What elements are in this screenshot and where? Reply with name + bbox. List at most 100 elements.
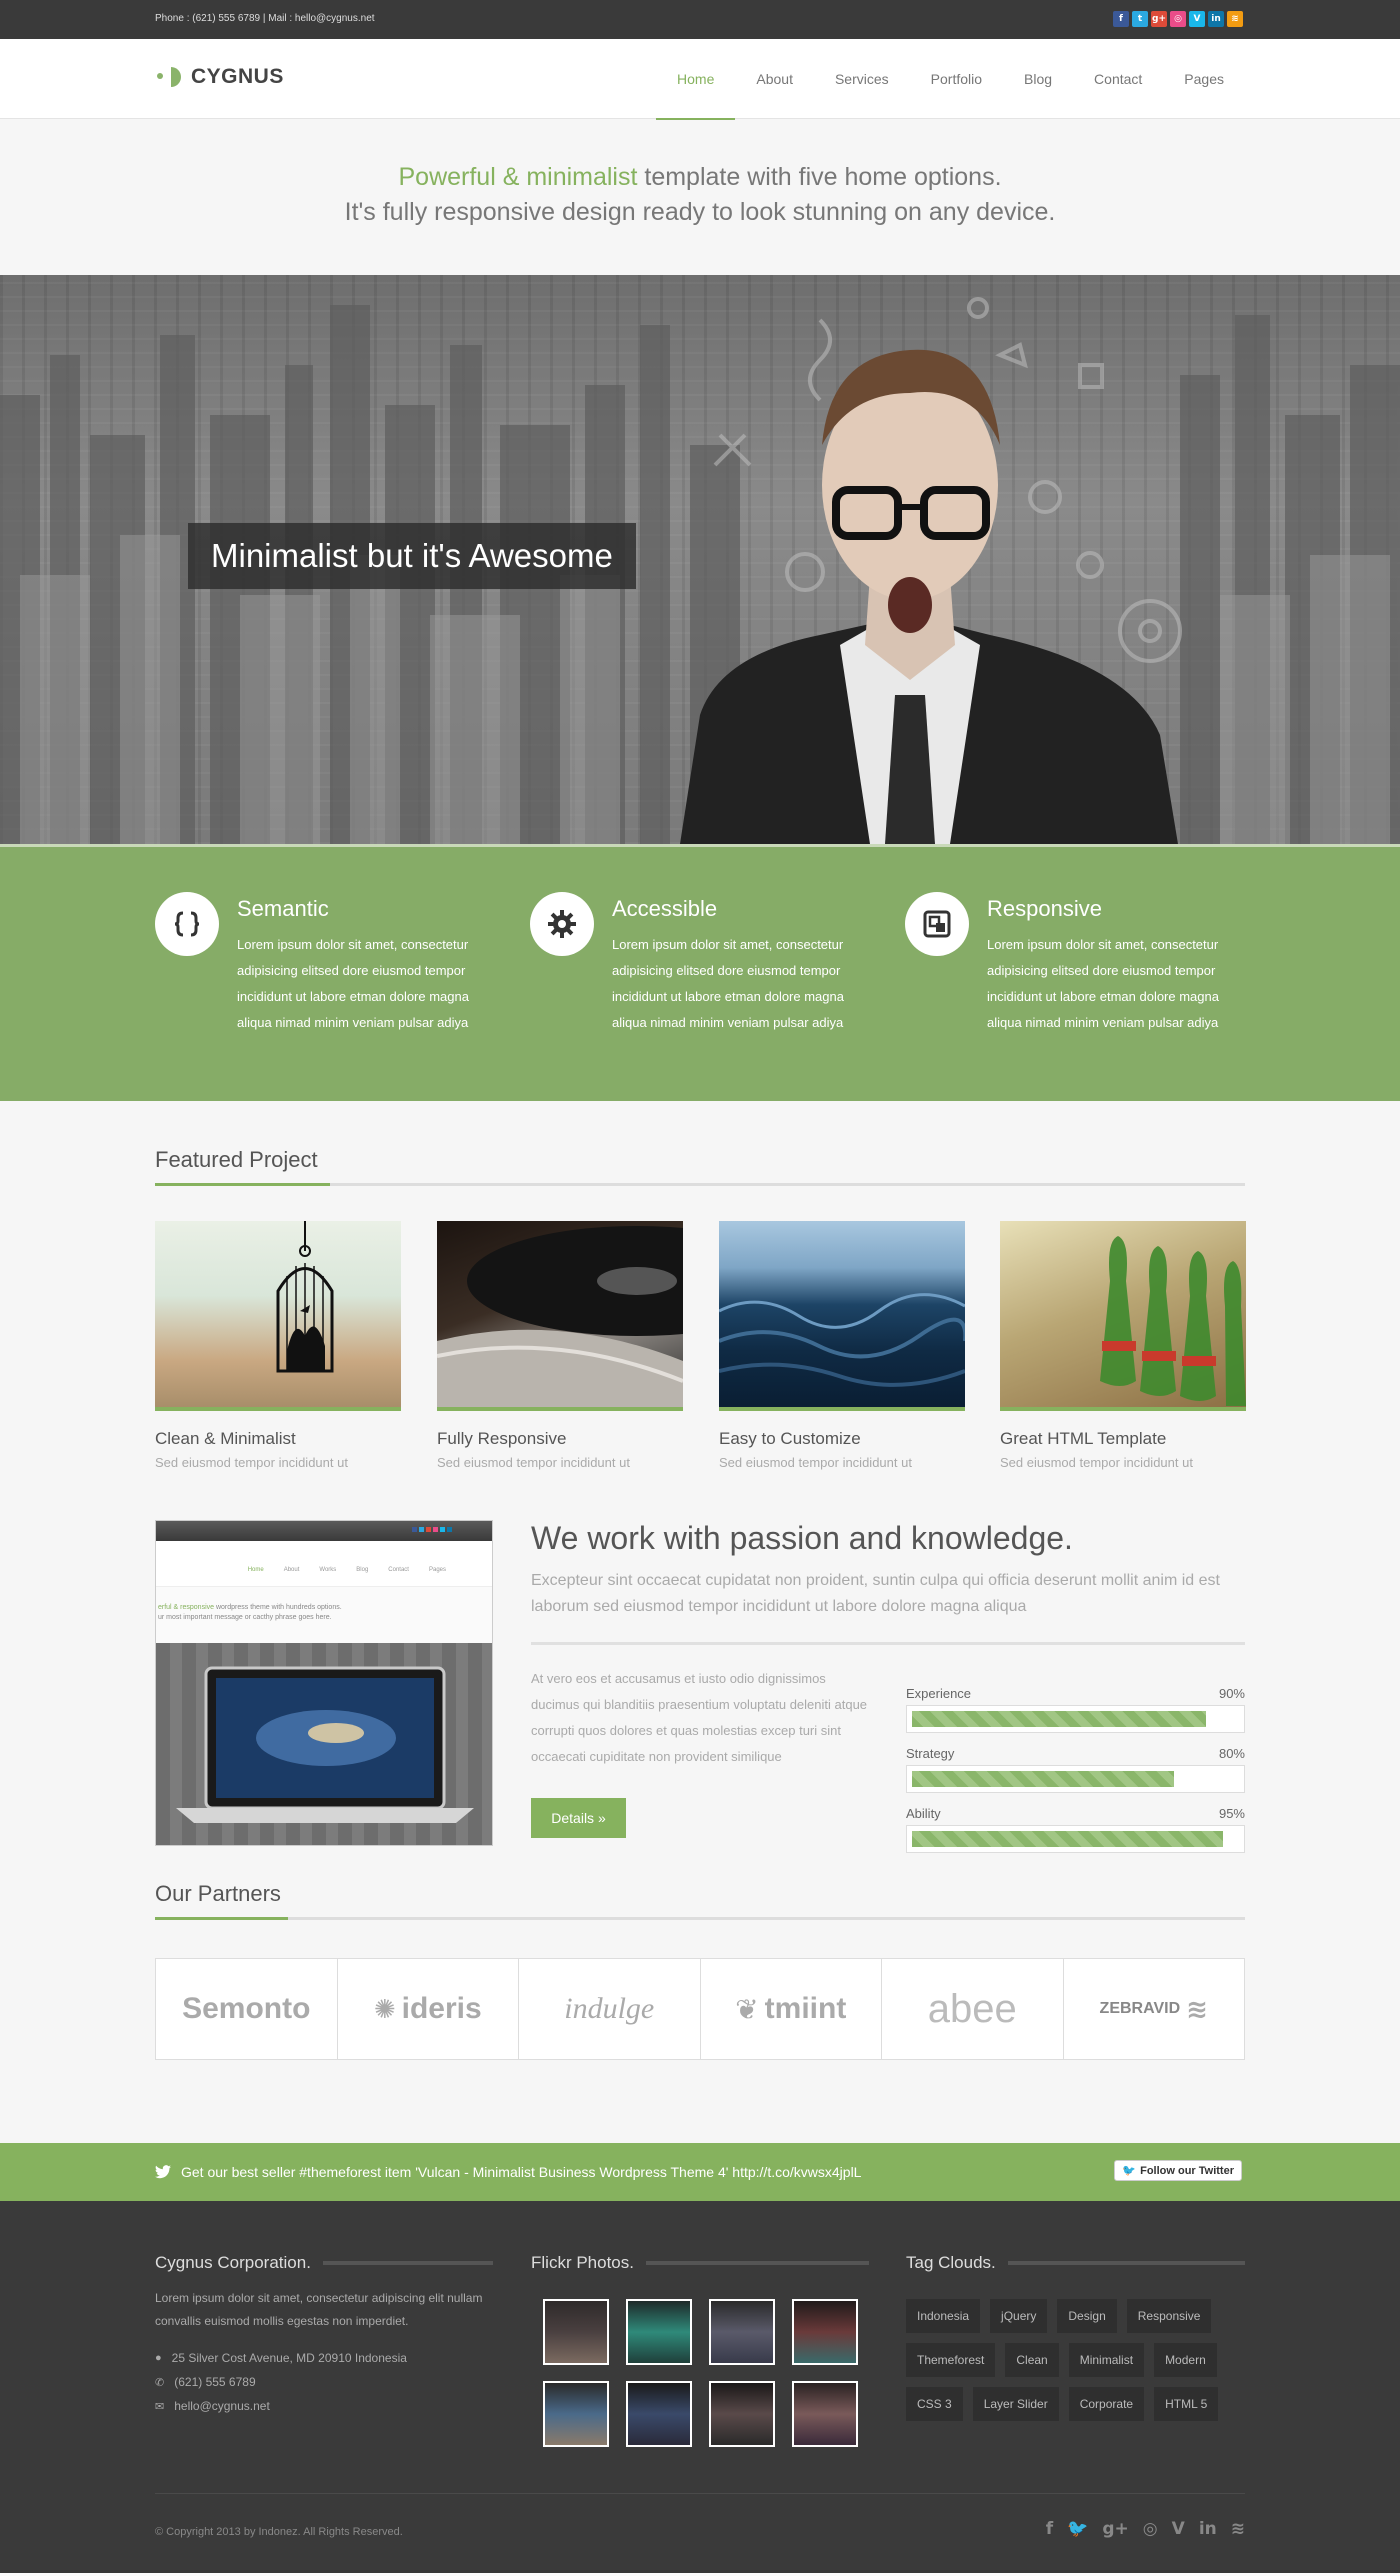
hero-slider[interactable]: Minimalist but it's Awesome — [0, 275, 1400, 844]
project-card[interactable]: Easy to Customize Sed eiusmod tempor inc… — [719, 1221, 965, 1470]
nav-home[interactable]: Home — [656, 39, 736, 120]
email-link[interactable]: hello@cygnus.net — [174, 2399, 270, 2413]
skill-percent: 90% — [1218, 1686, 1245, 1701]
tag[interactable]: Modern — [1154, 2343, 1217, 2377]
google-plus-icon[interactable]: g+ — [1151, 11, 1167, 27]
tag[interactable]: Corporate — [1068, 2387, 1145, 2421]
tag[interactable]: Indonesia — [906, 2299, 981, 2333]
dribbble-icon[interactable]: ◎ — [1170, 11, 1186, 27]
leaf-icon: ❦ — [735, 1993, 759, 2025]
tag[interactable]: CSS 3 — [906, 2387, 963, 2421]
tag-cloud: Indonesia jQuery Design Responsive Theme… — [906, 2299, 1246, 2421]
featured-project-heading: Featured Project — [155, 1146, 1245, 1186]
tag[interactable]: Clean — [1005, 2343, 1059, 2377]
intro-text: Powerful & minimalist template with five… — [0, 160, 1400, 230]
section-title: Our Partners — [155, 1881, 281, 1906]
tag[interactable]: HTML 5 — [1154, 2387, 1219, 2421]
tag[interactable]: Layer Slider — [972, 2387, 1059, 2421]
location-pin-icon: ● — [155, 2352, 162, 2364]
twitter-icon[interactable]: t — [1132, 11, 1148, 27]
footer-about-text: Lorem ipsum dolor sit amet, consectetur … — [155, 2291, 483, 2328]
rss-icon[interactable]: ≋ — [1231, 2519, 1245, 2539]
nav-about[interactable]: About — [735, 39, 814, 119]
project-thumbnail[interactable] — [437, 1221, 683, 1411]
partner-logo-semonto[interactable]: Semonto — [156, 1959, 338, 2059]
tag[interactable]: Responsive — [1126, 2299, 1212, 2333]
follow-twitter-button[interactable]: 🐦 Follow our Twitter — [1114, 2160, 1242, 2181]
stripes-icon: ≋ — [1186, 1993, 1208, 2024]
skill-percent: 95% — [1218, 1806, 1245, 1821]
section-title: Featured Project — [155, 1147, 318, 1172]
ideris-mark-icon: ✺ — [373, 1993, 396, 2024]
nav-pages[interactable]: Pages — [1163, 39, 1245, 119]
tag[interactable]: Design — [1057, 2299, 1117, 2333]
twitter-icon: 🐦 — [1122, 2165, 1137, 2177]
linkedin-icon[interactable]: in — [1208, 11, 1224, 27]
vimeo-icon[interactable]: V — [1172, 2519, 1185, 2539]
nav-portfolio[interactable]: Portfolio — [910, 39, 1003, 119]
google-plus-icon[interactable]: g+ — [1102, 2519, 1128, 2539]
partners-logos: Semonto ✺ ideris indulge ❦ tmiint abee ZEB… — [155, 1958, 1245, 2060]
flickr-photo[interactable] — [709, 2381, 775, 2447]
tag[interactable]: Themeforest — [906, 2343, 996, 2377]
nav-blog[interactable]: Blog — [1003, 39, 1073, 119]
logo[interactable]: CYGNUS — [155, 63, 284, 91]
partner-logo-abee[interactable]: abee — [882, 1959, 1064, 2059]
linkedin-icon[interactable]: in — [1199, 2519, 1217, 2539]
project-card[interactable]: Fully Responsive Sed eiusmod tempor inci… — [437, 1221, 683, 1470]
preview-text: wordpress theme with hundreds options. — [214, 1604, 342, 1611]
tag[interactable]: jQuery — [990, 2299, 1048, 2333]
project-card[interactable]: Clean & Minimalist Sed eiusmod tempor in… — [155, 1221, 401, 1470]
skill-name: Ability — [906, 1806, 941, 1821]
facebook-icon[interactable]: f — [1113, 11, 1129, 27]
flickr-photo[interactable] — [709, 2299, 775, 2365]
facebook-icon[interactable]: f — [1046, 2519, 1053, 2539]
project-subtitle: Sed eiusmod tempor incididunt ut — [155, 1455, 348, 1470]
partner-logo-indulge[interactable]: indulge — [519, 1959, 701, 2059]
vimeo-icon[interactable]: V — [1189, 11, 1205, 27]
nav-services[interactable]: Services — [814, 39, 910, 119]
twitter-icon[interactable]: 🐦 — [1067, 2519, 1088, 2539]
top-bar: Phone : (621) 555 6789 | Mail : hello@cy… — [0, 0, 1400, 39]
intro-highlight: Powerful & minimalist — [398, 163, 638, 191]
dribbble-icon[interactable]: ◎ — [1143, 2519, 1158, 2539]
work-title: We work with passion and knowledge. — [531, 1520, 1073, 1556]
flickr-photo[interactable] — [543, 2381, 609, 2447]
tag[interactable]: Minimalist — [1068, 2343, 1145, 2377]
project-thumbnail[interactable] — [719, 1221, 965, 1411]
feature-title: Semantic — [237, 896, 329, 921]
flickr-photo[interactable] — [792, 2299, 858, 2365]
responsive-icon — [905, 892, 969, 956]
preview-nav-item: Home — [247, 1567, 264, 1573]
flickr-photo[interactable] — [626, 2381, 692, 2447]
footer-title: Flickr Photos. — [531, 2253, 634, 2272]
flickr-photo[interactable] — [626, 2299, 692, 2365]
footer-about: Cygnus Corporation. Lorem ipsum dolor si… — [155, 2253, 493, 2415]
project-subtitle: Sed eiusmod tempor incididunt ut — [719, 1455, 912, 1470]
footer-tags: Tag Clouds. Indonesia jQuery Design Resp… — [906, 2253, 1245, 2421]
project-card[interactable]: Great HTML Template Sed eiusmod tempor i… — [1000, 1221, 1246, 1470]
nav-contact[interactable]: Contact — [1073, 39, 1163, 119]
footer-flickr: Flickr Photos. — [531, 2253, 869, 2447]
project-title[interactable]: Great HTML Template — [1000, 1429, 1246, 1449]
preview-text: ur most important message or cacthy phra… — [158, 1614, 332, 1621]
project-thumbnail[interactable] — [1000, 1221, 1246, 1411]
intro-line2: It's fully responsive design ready to lo… — [344, 198, 1056, 226]
project-thumbnail[interactable] — [155, 1221, 401, 1411]
gear-icon — [530, 892, 594, 956]
project-title[interactable]: Clean & Minimalist — [155, 1429, 401, 1449]
flickr-grid — [543, 2299, 869, 2447]
rss-icon[interactable]: ≋ — [1227, 11, 1243, 27]
flickr-photo[interactable] — [543, 2299, 609, 2365]
preview-text-green: erful & responsive — [158, 1604, 215, 1611]
partner-logo-tmiint[interactable]: ❦ tmiint — [701, 1959, 882, 2059]
skill-name: Strategy — [906, 1746, 955, 1761]
project-title[interactable]: Easy to Customize — [719, 1429, 965, 1449]
flickr-photo[interactable] — [792, 2381, 858, 2447]
details-button[interactable]: Details » — [531, 1798, 626, 1838]
tweet-text[interactable]: Get our best seller #themeforest item 'V… — [181, 2164, 861, 2180]
project-subtitle: Sed eiusmod tempor incididunt ut — [1000, 1455, 1193, 1470]
partner-logo-zebravid[interactable]: ZEBRAVID ≋ — [1064, 1959, 1245, 2059]
partner-logo-ideris[interactable]: ✺ ideris — [338, 1959, 519, 2059]
project-title[interactable]: Fully Responsive — [437, 1429, 683, 1449]
